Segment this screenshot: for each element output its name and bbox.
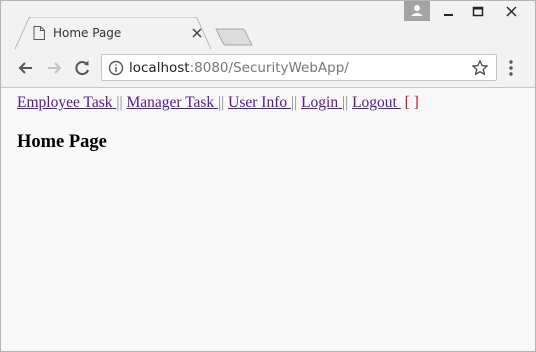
document-icon: [33, 26, 45, 40]
more-menu-icon[interactable]: [503, 58, 519, 78]
nav-separator: ||: [342, 94, 349, 111]
browser-toolbar: localhost:8080/SecurityWebApp/: [1, 49, 535, 88]
address-bar[interactable]: localhost:8080/SecurityWebApp/: [101, 54, 497, 81]
minimize-icon[interactable]: [433, 1, 463, 23]
browser-window: Home Page localhost:8080/SecurityWebApp/…: [0, 0, 536, 352]
logout-link[interactable]: Logout: [352, 94, 401, 111]
tab-title: Home Page: [53, 26, 122, 40]
current-user-bracket: [ ]: [404, 94, 419, 111]
nav-separator: ||: [116, 94, 123, 111]
info-icon[interactable]: [108, 60, 124, 76]
forward-arrow-icon[interactable]: [43, 57, 65, 79]
user-icon[interactable]: [404, 1, 430, 21]
reload-icon[interactable]: [71, 57, 93, 79]
employee-task-link[interactable]: Employee Task: [17, 94, 116, 111]
nav-separator: ||: [218, 94, 225, 111]
tab-home-page[interactable]: Home Page: [15, 17, 211, 49]
url-path: :8080/SecurityWebApp/: [189, 60, 349, 76]
page-title: Home Page: [17, 132, 107, 152]
close-icon[interactable]: [497, 1, 527, 23]
bookmark-star-icon[interactable]: [471, 59, 489, 77]
page-nav: Employee Task || Manager Task || User In…: [17, 94, 419, 112]
new-tab-button[interactable]: [215, 27, 253, 47]
tab-close-icon[interactable]: [189, 25, 205, 41]
maximize-icon[interactable]: [463, 1, 493, 23]
manager-task-link[interactable]: Manager Task: [126, 94, 218, 111]
url-text[interactable]: localhost:8080/SecurityWebApp/: [129, 60, 349, 76]
login-link[interactable]: Login: [301, 94, 342, 111]
back-arrow-icon[interactable]: [15, 57, 37, 79]
url-host: localhost: [129, 60, 190, 76]
tab-strip: Home Page: [1, 1, 535, 49]
page-viewport: Employee Task || Manager Task || User In…: [1, 88, 535, 351]
user-info-link[interactable]: User Info: [228, 94, 291, 111]
nav-separator: ||: [291, 94, 298, 111]
